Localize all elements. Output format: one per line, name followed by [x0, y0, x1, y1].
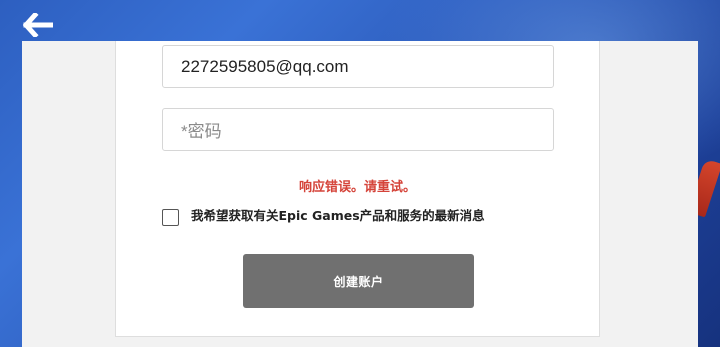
email-field[interactable]: 2272595805@qq.com: [162, 45, 554, 88]
email-field-value: 2272595805@qq.com: [181, 56, 349, 76]
error-message: 响应错误。请重试。: [298, 180, 416, 195]
newsletter-checkbox[interactable]: [162, 209, 179, 226]
password-field-placeholder: *密码: [181, 122, 222, 141]
create-account-button-label: 创建账户: [333, 274, 384, 289]
create-account-button[interactable]: 创建账户: [243, 254, 474, 308]
newsletter-optin[interactable]: 我希望获取有关Epic Games产品和服务的最新消息: [162, 208, 485, 226]
newsletter-optin-label: 我希望获取有关Epic Games产品和服务的最新消息: [191, 208, 485, 223]
back-button[interactable]: [22, 10, 54, 40]
password-field[interactable]: *密码: [162, 108, 554, 151]
back-arrow-icon: [23, 13, 53, 37]
